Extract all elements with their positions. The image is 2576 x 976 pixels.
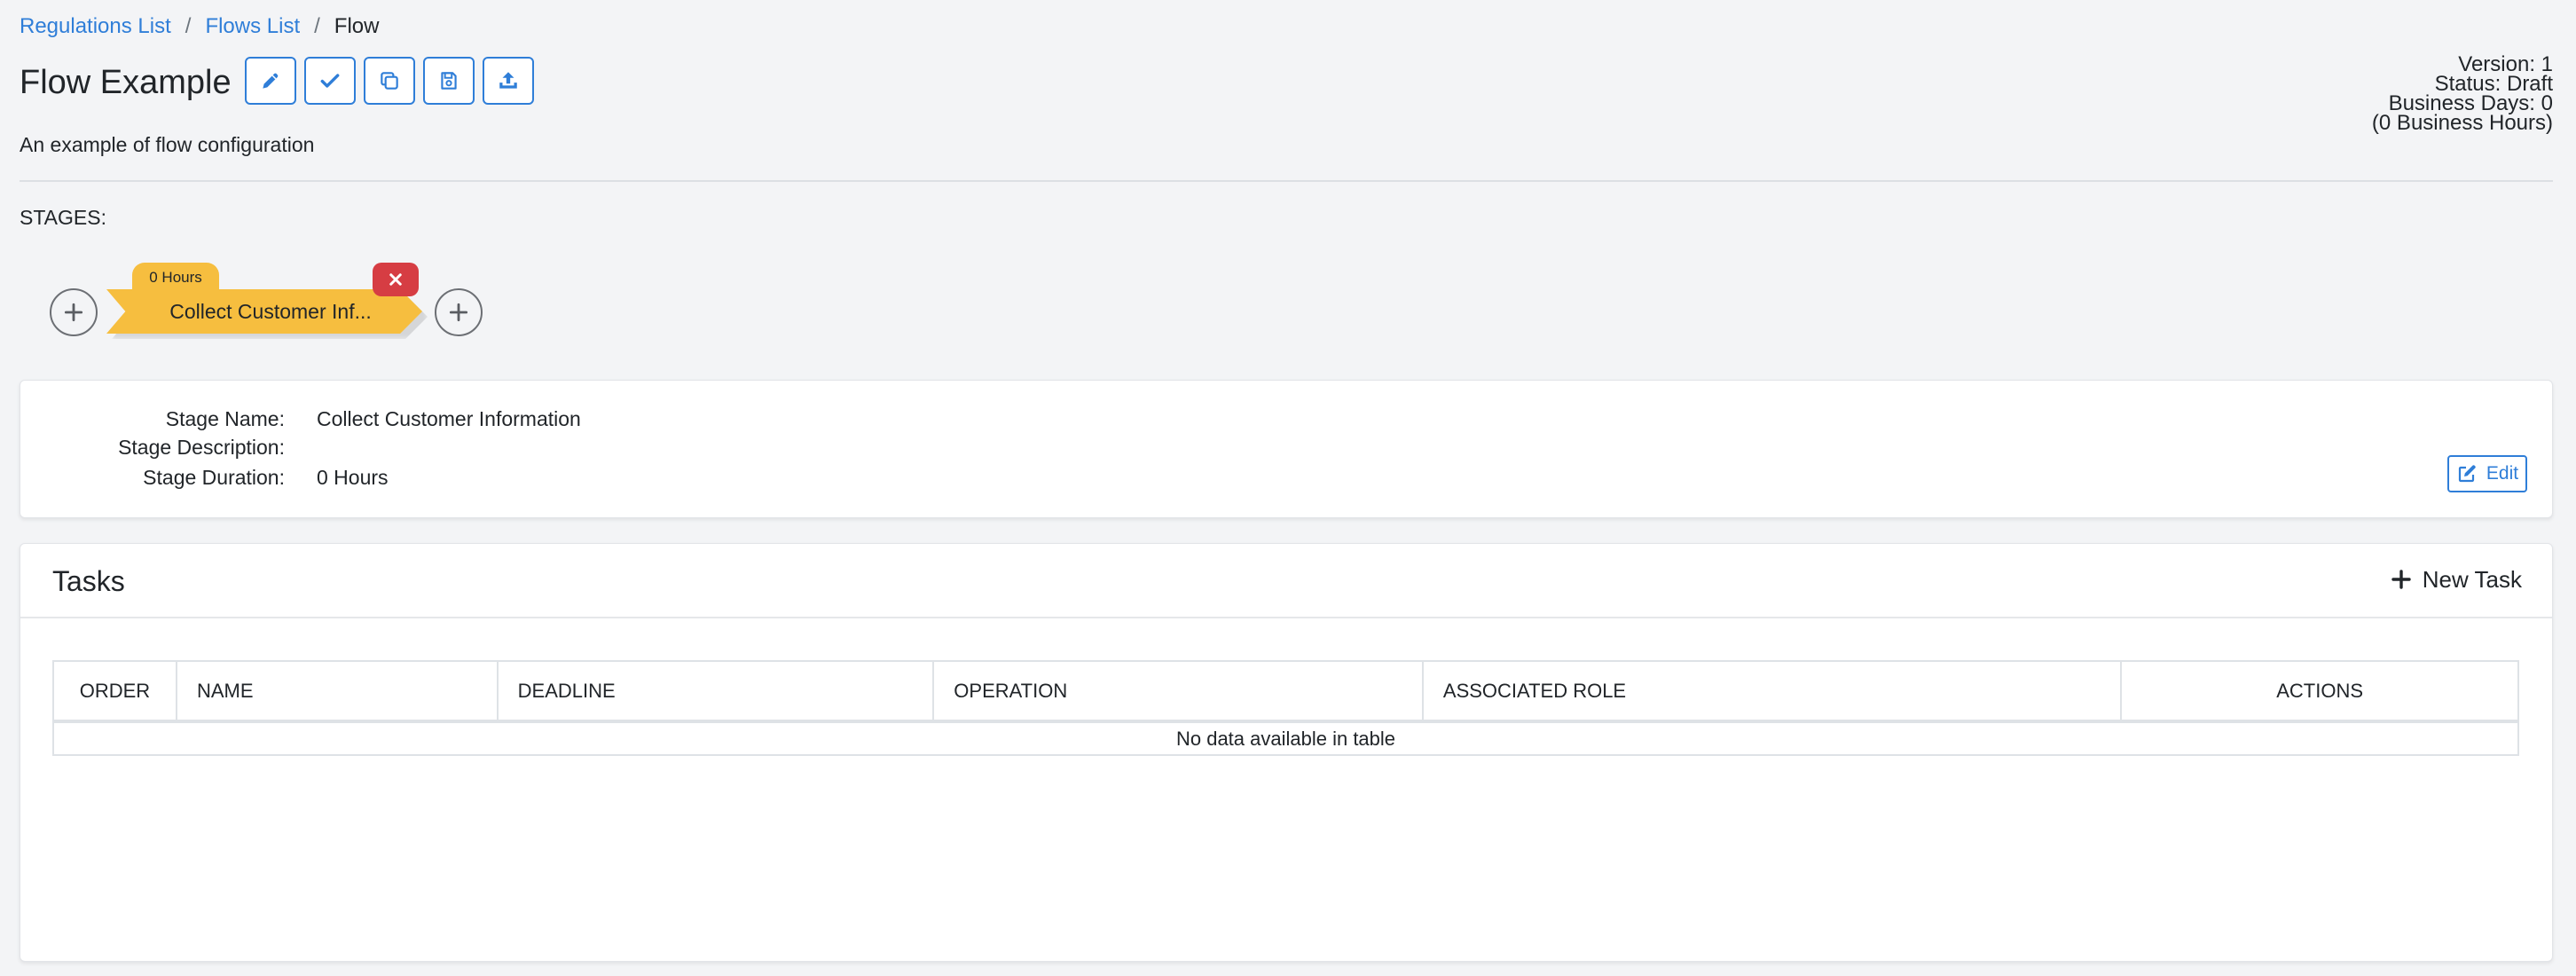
flow-business-hours: (0 Business Hours)	[2371, 111, 2553, 135]
flow-toolbar	[245, 57, 534, 105]
new-task-button[interactable]: New Task	[2391, 560, 2522, 599]
stage-duration-tab: 0 Hours	[132, 263, 219, 293]
breadcrumb-flows-list[interactable]: Flows List	[205, 14, 300, 39]
stage-description-label: Stage Description:	[118, 436, 285, 459]
edit-stage-button[interactable]: Edit	[2447, 455, 2527, 492]
stage-detail-card: Stage Name: Collect Customer Information…	[20, 380, 2553, 518]
table-row: No data available in table	[52, 720, 2519, 756]
new-task-label: New Task	[2422, 565, 2522, 593]
table-empty-message: No data available in table	[52, 720, 2519, 756]
breadcrumb-regulations-list[interactable]: Regulations List	[20, 14, 171, 39]
edit-stage-label: Edit	[2486, 463, 2519, 484]
table-header-row: ORDER NAME DEADLINE OPERATION ASSOCIATED…	[52, 660, 2519, 723]
column-header-name[interactable]: NAME	[175, 660, 499, 723]
column-header-operation[interactable]: OPERATION	[932, 660, 1424, 723]
add-stage-before-button[interactable]	[50, 288, 98, 336]
remove-stage-button[interactable]	[373, 263, 419, 296]
edit-icon	[2458, 465, 2476, 483]
breadcrumb: Regulations List / Flows List / Flow	[20, 14, 379, 39]
publish-flow-button[interactable]	[483, 57, 534, 105]
column-header-associated-role[interactable]: ASSOCIATED ROLE	[1421, 660, 2123, 723]
save-icon	[441, 72, 457, 90]
breadcrumb-separator: /	[185, 14, 192, 38]
validate-flow-button[interactable]	[304, 57, 356, 105]
stage-duration-value: 0 Hours	[317, 466, 389, 489]
tasks-card: Tasks New Task ORDER NAME DEADLINE OPERA…	[20, 543, 2553, 962]
flow-description: An example of flow configuration	[20, 133, 315, 156]
page-title: Flow Example	[20, 64, 232, 101]
header-divider	[20, 180, 2553, 182]
plus-icon	[64, 303, 83, 322]
tasks-table: ORDER NAME DEADLINE OPERATION ASSOCIATED…	[52, 660, 2519, 756]
copy-icon	[381, 72, 398, 90]
column-header-actions: ACTIONS	[2120, 660, 2519, 723]
breadcrumb-separator: /	[314, 14, 320, 38]
stages-label: STAGES:	[20, 206, 106, 229]
edit-flow-button[interactable]	[245, 57, 296, 105]
plus-icon	[449, 303, 468, 322]
copy-flow-button[interactable]	[364, 57, 415, 105]
save-flow-button[interactable]	[423, 57, 475, 105]
stage-name-value: Collect Customer Information	[317, 407, 581, 430]
plus-icon	[2391, 570, 2411, 589]
close-icon	[389, 273, 402, 286]
stage-duration-label: Stage Duration:	[143, 466, 285, 489]
column-header-order[interactable]: ORDER	[52, 660, 177, 723]
breadcrumb-current: Flow	[334, 14, 380, 38]
add-stage-after-button[interactable]	[435, 288, 483, 336]
upload-icon	[499, 72, 517, 89]
column-header-deadline[interactable]: DEADLINE	[496, 660, 935, 723]
tasks-header: Tasks New Task	[20, 544, 2552, 618]
pencil-icon	[263, 73, 279, 89]
flow-meta: Version: 1 Status: Draft Business Days: …	[2371, 54, 2553, 135]
check-icon	[320, 74, 340, 88]
stage-name-label: Stage Name:	[165, 407, 285, 430]
stage-chip-label: Collect Customer Inf...	[106, 289, 422, 334]
flow-page: Regulations List / Flows List / Flow Flo…	[20, 0, 2553, 976]
tasks-title: Tasks	[52, 565, 125, 597]
